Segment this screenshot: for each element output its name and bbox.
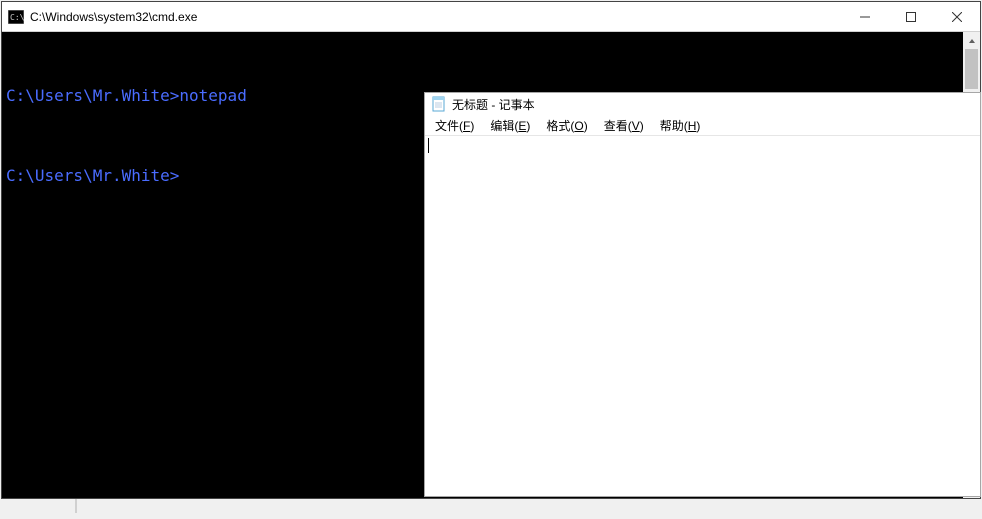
notepad-icon bbox=[431, 96, 447, 112]
notepad-menubar: 文件(F) 编辑(E) 格式(O) 查看(V) 帮助(H) bbox=[425, 115, 980, 136]
taskbar-strip bbox=[0, 499, 982, 519]
cmd-title: C:\Windows\system32\cmd.exe bbox=[30, 10, 842, 24]
scroll-up-button[interactable] bbox=[963, 32, 980, 49]
text-cursor bbox=[428, 138, 429, 153]
svg-text:C:\: C:\ bbox=[10, 13, 24, 22]
notepad-window: 无标题 - 记事本 文件(F) 编辑(E) 格式(O) 查看(V) 帮助(H) bbox=[424, 92, 981, 497]
minimize-button[interactable] bbox=[842, 2, 888, 31]
notepad-title: 无标题 - 记事本 bbox=[452, 96, 535, 113]
cmd-icon: C:\ bbox=[8, 10, 24, 24]
maximize-button[interactable] bbox=[888, 2, 934, 31]
close-button[interactable] bbox=[934, 2, 980, 31]
scroll-thumb[interactable] bbox=[965, 49, 978, 89]
menu-format[interactable]: 格式(O) bbox=[538, 115, 595, 136]
menu-view[interactable]: 查看(V) bbox=[596, 115, 652, 136]
window-controls bbox=[842, 2, 980, 31]
notepad-titlebar[interactable]: 无标题 - 记事本 bbox=[425, 93, 980, 115]
cmd-titlebar[interactable]: C:\ C:\Windows\system32\cmd.exe bbox=[2, 2, 980, 32]
strip-divider bbox=[75, 499, 77, 513]
menu-help[interactable]: 帮助(H) bbox=[652, 115, 709, 136]
menu-edit[interactable]: 编辑(E) bbox=[482, 115, 538, 136]
menu-file[interactable]: 文件(F) bbox=[427, 115, 482, 136]
notepad-textarea[interactable] bbox=[425, 136, 980, 496]
